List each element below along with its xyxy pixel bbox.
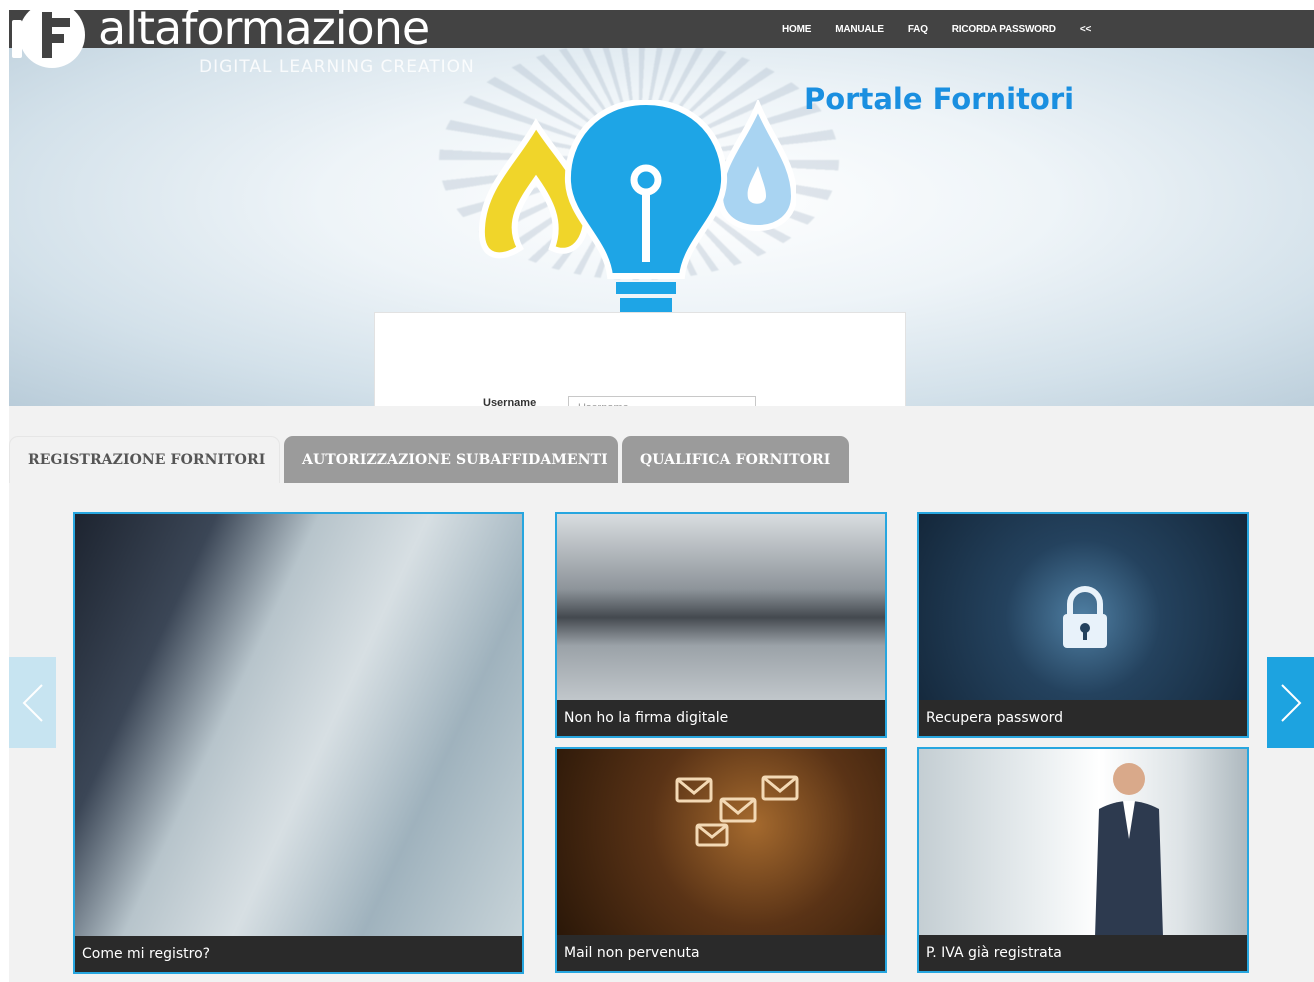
lock-icon [1063, 586, 1107, 648]
card-recupera-password[interactable]: Recupera password [917, 512, 1249, 738]
tab-strip: REGISTRAZIONE FORNITORI AUTORIZZAZIONE S… [9, 436, 849, 483]
card-come-mi-registro[interactable]: Come mi registro? [73, 512, 524, 974]
card-caption: Mail non pervenuta [557, 935, 885, 971]
nav-faq[interactable]: FAQ [896, 24, 940, 35]
chevron-left-icon [22, 683, 43, 722]
card-caption: P. IVA già registrata [919, 935, 1247, 971]
hero-utility-icons [478, 100, 796, 312]
businessman-figure [1095, 763, 1163, 937]
login-box: Username [374, 312, 906, 414]
nav-home[interactable]: HOME [770, 24, 823, 35]
card-caption: Recupera password [919, 700, 1247, 736]
businessman-photo [919, 749, 1247, 937]
carousel-prev-button[interactable] [9, 657, 56, 748]
logo-tagline: DIGITAL LEARNING CREATION [199, 57, 475, 77]
card-mail-non-pervenuta[interactable]: Mail non pervenuta [555, 747, 887, 973]
tablet-hand-photo [75, 514, 522, 938]
main-nav: HOME MANUALE FAQ RICORDA PASSWORD << [770, 10, 1103, 48]
chevron-right-icon [1280, 683, 1301, 722]
portal-title: Portale Fornitori [804, 82, 1075, 116]
security-lock-photo [919, 514, 1247, 702]
signing-pen-photo [557, 514, 885, 702]
nav-collapse[interactable]: << [1068, 24, 1103, 35]
card-piva-registrata[interactable]: P. IVA già registrata [917, 747, 1249, 973]
card-caption: Non ho la firma digitale [557, 700, 885, 736]
envelope-icon [675, 775, 799, 847]
lightbulb-icon [564, 100, 728, 312]
nav-manuale[interactable]: MANUALE [823, 24, 896, 35]
logo-text: altaformazione [98, 1, 430, 55]
laptop-mail-photo [557, 749, 885, 937]
card-caption: Come mi registro? [75, 936, 522, 972]
nav-ricorda-password[interactable]: RICORDA PASSWORD [940, 24, 1068, 35]
tab-qualifica-fornitori[interactable]: QUALIFICA FORNITORI [622, 436, 849, 483]
tab-autorizzazione-subaffidamenti[interactable]: AUTORIZZAZIONE SUBAFFIDAMENTI [284, 436, 618, 483]
altaformazione-logo-icon [12, 2, 85, 68]
water-drop-icon [716, 100, 796, 232]
card-firma-digitale[interactable]: Non ho la firma digitale [555, 512, 887, 738]
carousel-next-button[interactable] [1267, 657, 1314, 748]
tab-registrazione-fornitori[interactable]: REGISTRAZIONE FORNITORI [9, 436, 280, 483]
